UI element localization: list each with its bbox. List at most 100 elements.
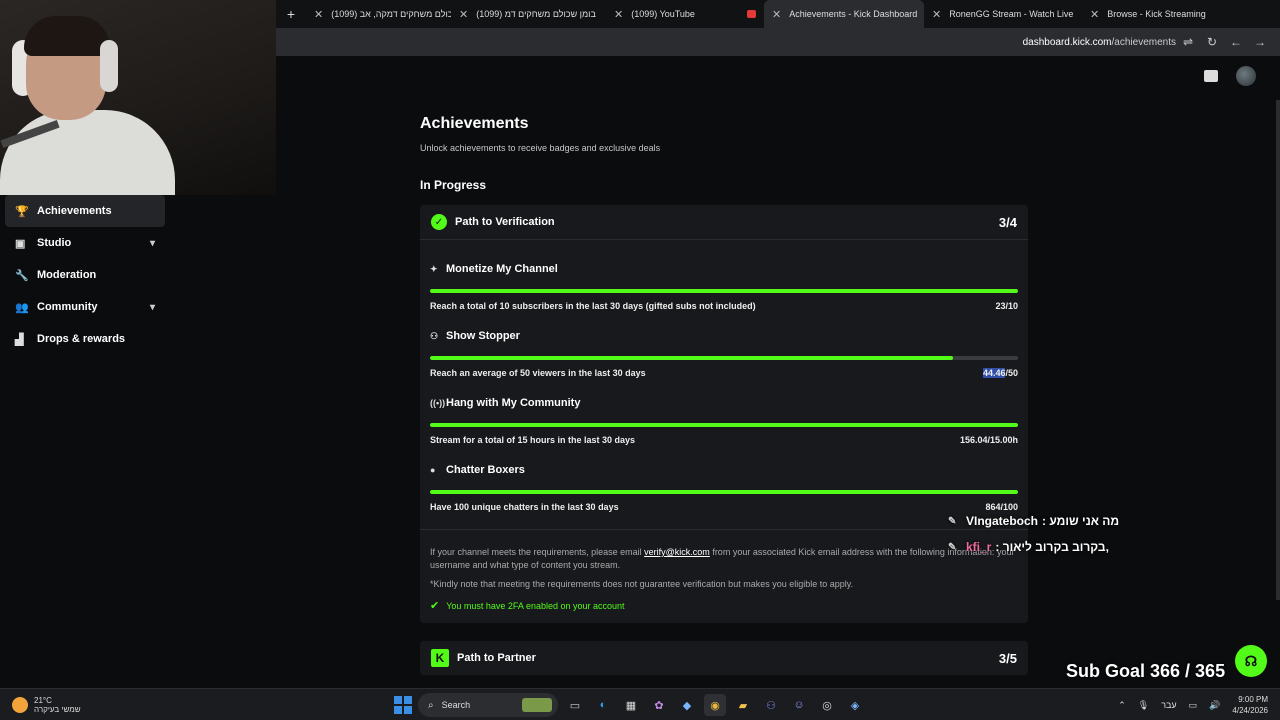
chrome-icon[interactable]: ◉ xyxy=(704,694,726,716)
weather-widget[interactable]: 21°C שמשי בעיקרה xyxy=(0,696,170,714)
close-icon[interactable]: ✕ xyxy=(932,8,941,21)
browser-tab-active[interactable]: ✕ Achievements - Kick Dashboard xyxy=(764,0,924,28)
progress-bar xyxy=(430,490,1018,494)
achievement-desc: Stream for a total of 15 hours in the la… xyxy=(430,435,636,445)
copilot-icon[interactable]: ✿ xyxy=(648,694,670,716)
url-domain: dashboard.kick.com xyxy=(1022,36,1112,48)
windows-start-icon[interactable] xyxy=(394,696,412,714)
card-header[interactable]: ✓ Path to Verification 3/4 xyxy=(420,205,1028,240)
language-indicator[interactable]: עבר xyxy=(1161,700,1176,710)
teams-icon[interactable]: ⚇ xyxy=(760,694,782,716)
pencil-icon: ✎ xyxy=(948,541,957,553)
video-icon: ▣ xyxy=(15,237,26,250)
search-label: Search xyxy=(441,700,471,710)
chat-username: VIngateboch xyxy=(966,514,1039,528)
partner-card[interactable]: K Path to Partner 3/5 xyxy=(420,641,1028,675)
chevron-down-icon[interactable]: ▾ xyxy=(150,238,155,249)
sidebar-item-studio[interactable]: ▣ Studio ▾ xyxy=(5,227,165,259)
close-icon[interactable]: ✕ xyxy=(459,8,468,21)
sidebar-item-achievements[interactable]: 🏆 Achievements xyxy=(5,195,165,227)
url-text[interactable]: dashboard.kick.com/achievements xyxy=(1023,37,1176,48)
taskbar-apps: ⌕ Search ▭ ◐ ▦ ✿ ◆ ◉ ▰ ⚇ ☺ ◎ ◈ xyxy=(394,689,866,720)
achievement-desc: Reach an average of 50 viewers in the la… xyxy=(430,368,646,378)
avatar[interactable] xyxy=(1236,66,1256,86)
clock-time: 9:00 PM xyxy=(1238,695,1268,704)
info-pre: If your channel meets the requirements, … xyxy=(430,547,642,557)
progress-bar xyxy=(430,423,1018,427)
check-icon: ✔ xyxy=(430,600,440,612)
browser-tab[interactable]: ✕ (1099) YouTube xyxy=(606,0,764,28)
progress-bar xyxy=(430,289,1018,293)
tab-label: (1099) כולם משחקים דמקה, אב xyxy=(331,9,451,19)
back-icon[interactable]: ← xyxy=(1224,35,1248,49)
selected-text: 44.46 xyxy=(982,368,1006,378)
sidebar-item-label: Moderation xyxy=(37,269,97,281)
verify-email-link[interactable]: verify@kick.com xyxy=(644,547,710,557)
browser-tab[interactable]: ✕ RonenGG Stream - Watch Live xyxy=(924,0,1082,28)
app2-icon[interactable]: ◈ xyxy=(844,694,866,716)
sidebar-item-community[interactable]: 👥 Community ▾ xyxy=(5,291,165,323)
achievement-value: 23/10 xyxy=(995,301,1018,311)
card-title: Path to Partner xyxy=(457,652,536,664)
new-tab-button[interactable]: + xyxy=(276,6,306,22)
address-bar[interactable]: dashboard.kick.com/achievements ⇌ ↻ ← → xyxy=(276,28,1280,56)
tab-label: Achievements - Kick Dashboard xyxy=(789,9,918,19)
achievement-item: ✦ Monetize My Channel Reach a total of 10… xyxy=(420,240,1028,311)
chat-message: ✎ kfi_r: בקרוב בקרוב ליאור, xyxy=(948,534,1148,560)
browser-tab[interactable]: ✕ (1099) כולם משחקים דמקה, אב xyxy=(306,0,451,28)
browser-tab[interactable]: ✕ Browse - Kick Streaming xyxy=(1082,0,1232,28)
edge-icon[interactable]: ◐ xyxy=(592,694,614,716)
site-settings-icon[interactable]: ⇌ xyxy=(1176,35,1200,49)
system-tray: ⌃ 🎙 עבר ▭ 🔊 9:00 PM 4/24/2026 xyxy=(1118,689,1268,720)
store-icon[interactable]: ▦ xyxy=(620,694,642,716)
info-text: If your channel meets the requirements, … xyxy=(430,546,1018,572)
browser-tab[interactable]: ✕ (1099) בומן שכולם משחקים דמ xyxy=(451,0,606,28)
section-title: In Progress xyxy=(420,178,487,192)
verification-note: *Kindly note that meeting the requiremen… xyxy=(430,579,854,589)
network-icon[interactable]: ▭ xyxy=(1189,700,1198,711)
chart-icon: ▟ xyxy=(15,333,24,346)
achievement-item: ⚇ Show Stopper Reach an average of 50 vie… xyxy=(420,311,1028,378)
app-icon[interactable]: ◆ xyxy=(676,694,698,716)
close-icon[interactable]: ✕ xyxy=(614,8,623,21)
obs-icon[interactable]: ◎ xyxy=(816,694,838,716)
progress-fill xyxy=(430,490,1018,494)
sidebar-item-label: Drops & rewards xyxy=(37,333,126,345)
tab-label: RonenGG Stream - Watch Live xyxy=(949,9,1074,19)
chat-username: kfi_r xyxy=(966,540,992,554)
value-total: /50 xyxy=(1005,368,1018,378)
chat-text: : מה אני שומע xyxy=(1042,514,1120,528)
achievement-name: Show Stopper xyxy=(446,330,520,342)
twofa-requirement: ✔ You must have 2FA enabled on your accou… xyxy=(430,600,1018,613)
screen: { "browser": { "tabs": [ {"label": "(109… xyxy=(0,0,1280,720)
verification-info: If your channel meets the requirements, … xyxy=(420,530,1028,623)
discord-icon[interactable]: ☺ xyxy=(788,694,810,716)
mic-icon[interactable]: 🎙 xyxy=(1138,700,1149,711)
scrollbar[interactable] xyxy=(1276,100,1280,600)
progress-fill xyxy=(430,423,1018,427)
forward-icon[interactable]: → xyxy=(1248,35,1272,49)
sidebar-item-moderation[interactable]: 🔧 Moderation xyxy=(5,259,165,291)
help-button[interactable]: ☊ xyxy=(1235,645,1267,677)
reload-icon[interactable]: ↻ xyxy=(1200,35,1224,49)
sidebar-item-label: Community xyxy=(37,301,98,313)
close-icon[interactable]: ✕ xyxy=(772,8,781,21)
volume-icon[interactable]: 🔊 xyxy=(1209,700,1220,711)
chevron-up-icon[interactable]: ⌃ xyxy=(1118,700,1126,711)
gift-icon[interactable] xyxy=(1204,70,1218,82)
folder-icon[interactable]: ▰ xyxy=(732,694,754,716)
chat-message: ✎ VIngateboch: מה אני שומע xyxy=(948,508,1148,534)
progress-bar xyxy=(430,356,1018,360)
taskbar-search[interactable]: ⌕ Search xyxy=(418,693,558,717)
sidebar-item-drops[interactable]: ▟ Drops & rewards xyxy=(5,323,165,355)
close-icon[interactable]: ✕ xyxy=(314,8,323,21)
youtube-icon xyxy=(746,10,756,18)
task-view-icon[interactable]: ▭ xyxy=(564,694,586,716)
close-icon[interactable]: ✕ xyxy=(1090,8,1099,21)
trophy-icon: 🏆 xyxy=(15,205,29,218)
achievement-desc: Have 100 unique chatters in the last 30 … xyxy=(430,502,619,512)
verification-card: ✓ Path to Verification 3/4 ✦ Monetize My … xyxy=(420,205,1028,623)
webcam-feed xyxy=(0,0,276,195)
clock[interactable]: 9:00 PM 4/24/2026 xyxy=(1232,694,1268,716)
chevron-down-icon[interactable]: ▾ xyxy=(150,302,155,313)
